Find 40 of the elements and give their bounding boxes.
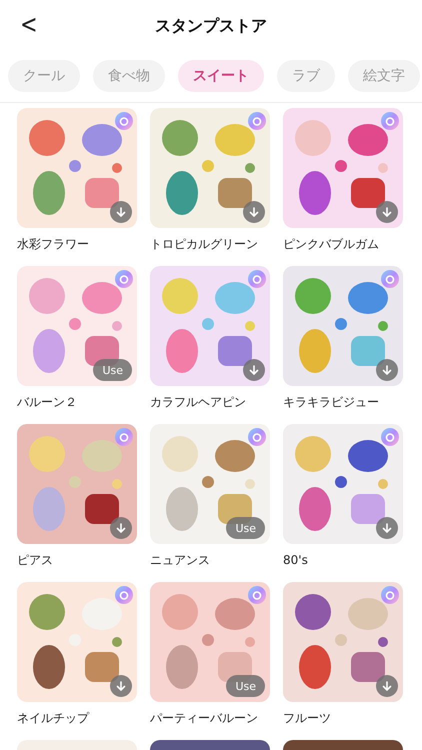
sticker-name: ピアス [17, 552, 54, 569]
badge-icon [248, 112, 266, 130]
badge-icon [248, 586, 266, 604]
sticker-name: フルーツ [283, 710, 332, 727]
category-tab[interactable]: 絵文字 [348, 60, 420, 92]
sticker-name: ニュアンス [150, 552, 211, 569]
download-icon [382, 364, 392, 376]
category-tab[interactable]: スイート [178, 60, 264, 92]
sticker-name: ピンクバブルガム [283, 236, 380, 253]
sticker-name: 80's [283, 552, 309, 569]
sticker-name: キラキラビジュー [283, 394, 380, 411]
badge-icon [115, 586, 133, 604]
sticker-name: カラフルヘアピン [150, 394, 247, 411]
sticker-name: パーティーバルーン [150, 710, 259, 727]
badge-icon [115, 112, 133, 130]
badge-icon [115, 428, 133, 446]
sticker-name: 水彩フラワー [17, 236, 90, 253]
category-tab[interactable]: 食べ物 [93, 60, 165, 92]
page-title: スタンプストア [155, 16, 267, 36]
download-icon [116, 206, 126, 218]
download-icon [116, 680, 126, 692]
download-icon [382, 206, 392, 218]
badge-icon [115, 270, 133, 288]
back-button[interactable]: < [15, 10, 42, 40]
badge-icon [381, 270, 399, 288]
badge-icon [381, 112, 399, 130]
badge-icon [248, 428, 266, 446]
badge-icon [381, 586, 399, 604]
sticker-name: ネイルチップ [17, 710, 90, 727]
download-icon [116, 522, 126, 534]
sticker-name: バルーン２ [17, 394, 78, 411]
category-tab[interactable]: ラブ [277, 60, 335, 92]
sticker-name: トロピカルグリーン [150, 236, 259, 253]
download-icon [249, 364, 259, 376]
download-icon [249, 206, 259, 218]
download-icon [382, 522, 392, 534]
badge-icon [381, 428, 399, 446]
category-tab[interactable]: クール [8, 60, 80, 92]
badge-icon [248, 270, 266, 288]
download-icon [382, 680, 392, 692]
